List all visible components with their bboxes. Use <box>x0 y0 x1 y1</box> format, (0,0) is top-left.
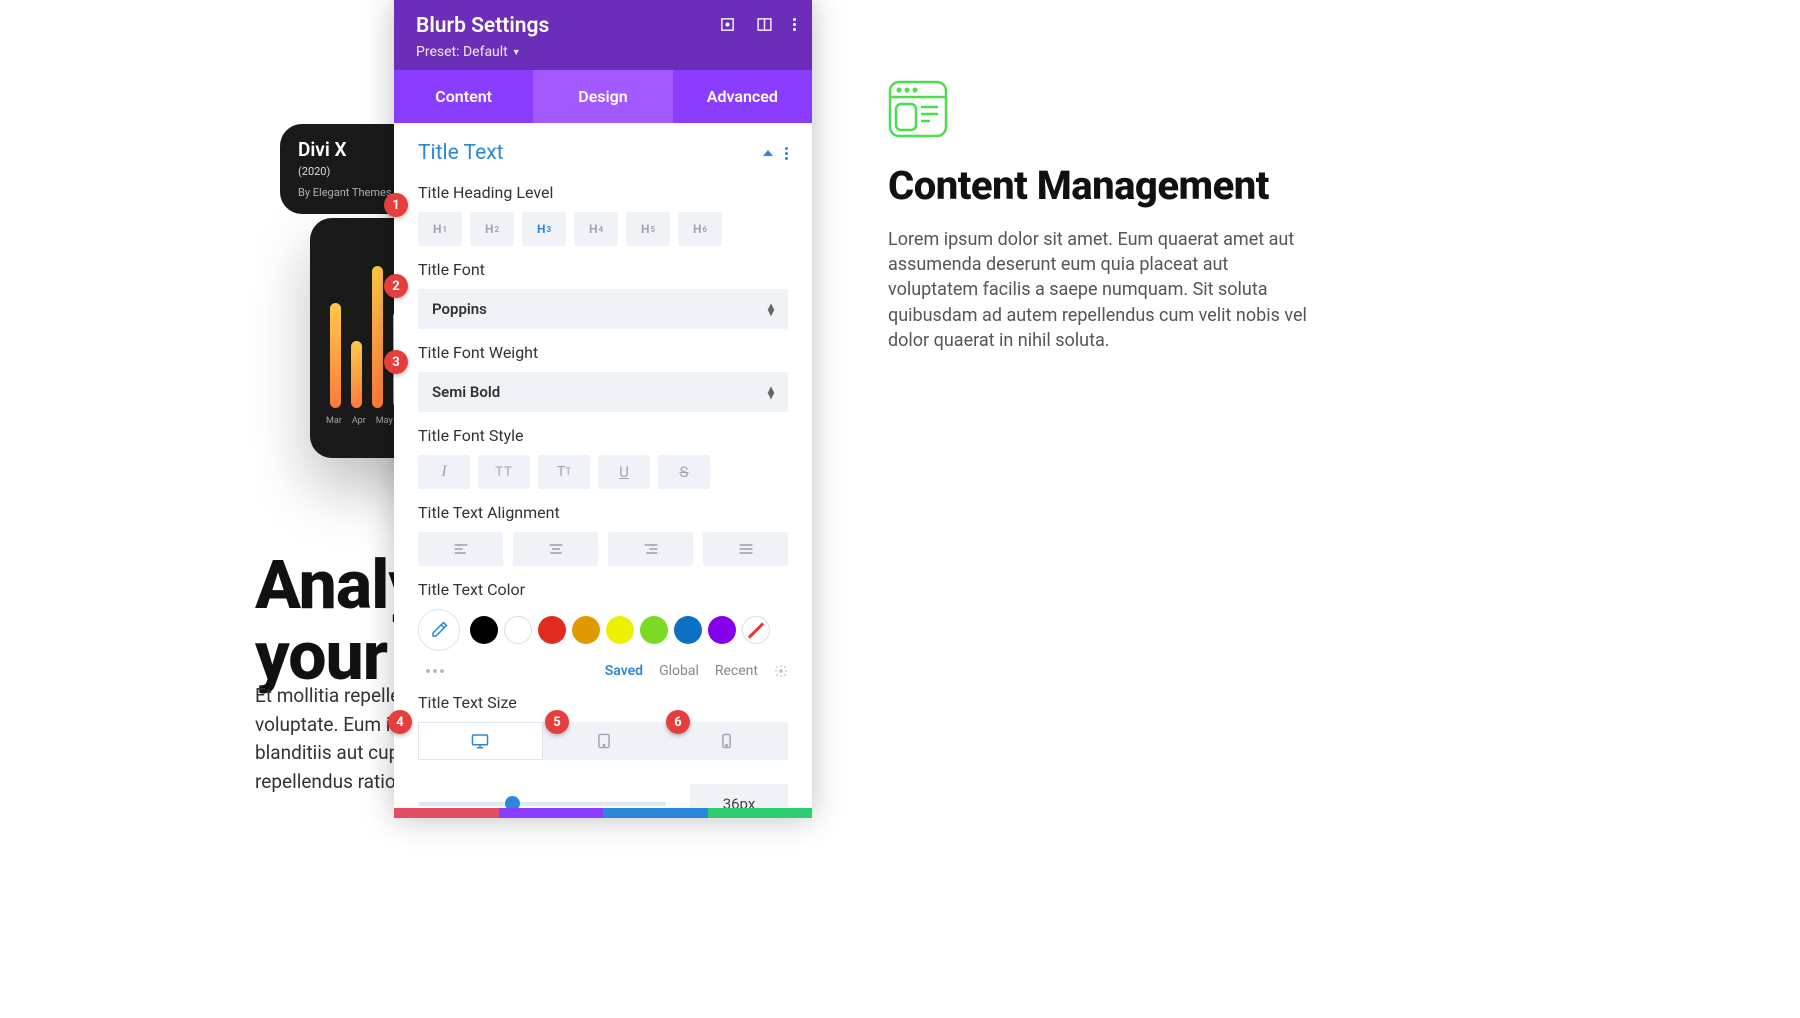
palette-tabs: Saved Global Recent <box>418 663 788 679</box>
size-slider-row: 36px <box>418 784 788 808</box>
tab-design[interactable]: Design <box>533 70 672 123</box>
panel-tools <box>719 16 796 33</box>
swatch-yellow[interactable] <box>606 616 634 644</box>
style-italic[interactable]: I <box>418 455 470 489</box>
panel-body: Title Text Title Heading Level H1 H2 H3 … <box>394 123 812 808</box>
size-slider[interactable] <box>418 802 666 806</box>
device-desktop[interactable] <box>418 722 543 760</box>
badge-4: 4 <box>388 710 412 734</box>
badge-5: 5 <box>545 710 569 734</box>
badge-6: 6 <box>666 710 690 734</box>
font-weight-select[interactable]: Semi Bold▴▾ <box>418 372 788 412</box>
preset-dropdown[interactable]: Preset: Default▼ <box>416 44 790 60</box>
eyedropper-icon[interactable] <box>418 609 460 651</box>
heading-h5[interactable]: H5 <box>626 212 670 246</box>
section-title: Title Text <box>418 141 504 165</box>
content-management-block: Content Management Lorem ipsum dolor sit… <box>888 80 1448 353</box>
section-title-row: Title Text <box>418 141 788 165</box>
label-font-weight: Title Font Weight <box>418 343 788 362</box>
swatch-white[interactable] <box>504 616 532 644</box>
palette-settings-icon[interactable] <box>774 664 788 678</box>
panel-header: Blurb Settings Preset: Default▼ <box>394 0 812 70</box>
heading-level-row: H1 H2 H3 H4 H5 H6 <box>418 212 788 246</box>
swatch-orange[interactable] <box>572 616 600 644</box>
font-select[interactable]: Poppins▴▾ <box>418 289 788 329</box>
label-size: Title Text Size <box>418 693 788 712</box>
settings-panel: Blurb Settings Preset: Default▼ Content … <box>394 0 812 818</box>
label-font-style: Title Font Style <box>418 426 788 445</box>
heading-h1[interactable]: H1 <box>418 212 462 246</box>
align-justify[interactable] <box>703 532 788 566</box>
badge-2: 2 <box>384 274 408 298</box>
window-icon <box>888 80 948 138</box>
align-left[interactable] <box>418 532 503 566</box>
device-row <box>418 722 788 760</box>
expand-icon[interactable] <box>719 16 736 33</box>
section-more-icon[interactable] <box>785 145 788 162</box>
footer-color-bars <box>394 808 812 818</box>
label-alignment: Title Text Alignment <box>418 503 788 522</box>
alignment-row <box>418 532 788 566</box>
columns-icon[interactable] <box>756 16 773 33</box>
palette-global[interactable]: Global <box>659 663 699 679</box>
palette-saved[interactable]: Saved <box>605 663 643 679</box>
font-style-row: I TT TT U S <box>418 455 788 489</box>
swatch-black[interactable] <box>470 616 498 644</box>
badge-3: 3 <box>384 350 408 374</box>
align-center[interactable] <box>513 532 598 566</box>
style-underline[interactable]: U <box>598 455 650 489</box>
heading-h3[interactable]: H3 <box>522 212 566 246</box>
style-smallcaps[interactable]: TT <box>538 455 590 489</box>
tab-advanced[interactable]: Advanced <box>673 70 812 123</box>
panel-tabs: Content Design Advanced <box>394 70 812 123</box>
palette-more-icon[interactable] <box>426 669 444 673</box>
style-strikethrough[interactable]: S <box>658 455 710 489</box>
label-font: Title Font <box>418 260 788 279</box>
swatch-red[interactable] <box>538 616 566 644</box>
heading-h6[interactable]: H6 <box>678 212 722 246</box>
tab-content[interactable]: Content <box>394 70 533 123</box>
swatch-purple[interactable] <box>708 616 736 644</box>
swatch-blue[interactable] <box>674 616 702 644</box>
palette-recent[interactable]: Recent <box>715 663 758 679</box>
size-value[interactable]: 36px <box>690 784 788 808</box>
label-heading-level: Title Heading Level <box>418 183 788 202</box>
heading-h4[interactable]: H4 <box>574 212 618 246</box>
label-color: Title Text Color <box>418 580 788 599</box>
badge-1: 1 <box>384 193 408 217</box>
swatch-green[interactable] <box>640 616 668 644</box>
collapse-icon[interactable] <box>763 150 773 156</box>
align-right[interactable] <box>608 532 693 566</box>
swatch-none[interactable] <box>742 616 770 644</box>
more-icon[interactable] <box>793 18 796 31</box>
style-uppercase[interactable]: TT <box>478 455 530 489</box>
color-swatch-row <box>418 609 788 651</box>
heading-h2[interactable]: H2 <box>470 212 514 246</box>
slider-thumb[interactable] <box>505 796 520 808</box>
cm-title: Content Management <box>888 162 1448 209</box>
cm-body: Lorem ipsum dolor sit amet. Eum quaerat … <box>888 227 1308 353</box>
